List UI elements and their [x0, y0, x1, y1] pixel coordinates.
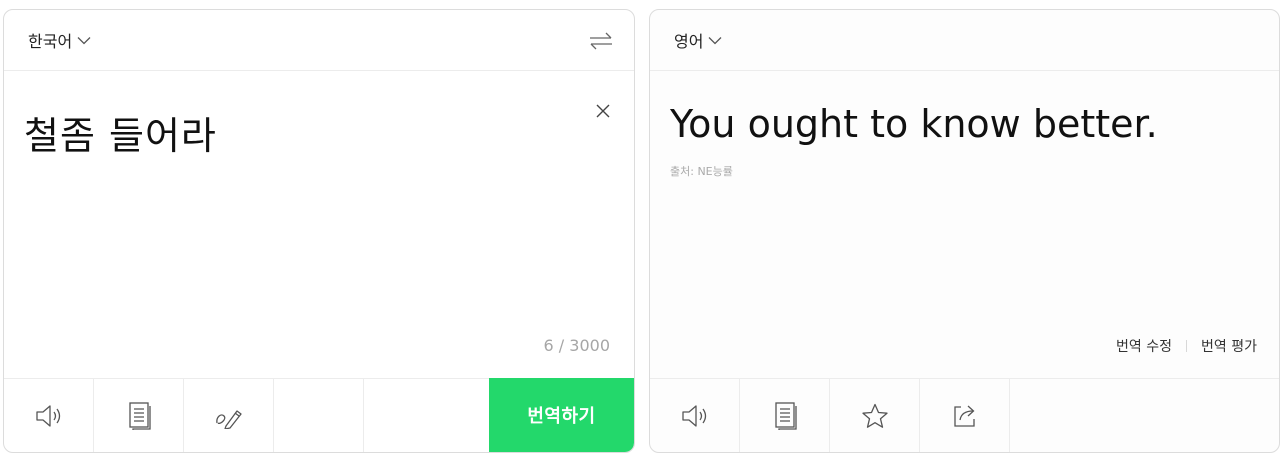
speaker-icon — [35, 403, 63, 429]
translate-button[interactable]: 번역하기 — [489, 378, 634, 452]
rate-translation-link[interactable]: 번역 평가 — [1201, 336, 1257, 356]
chevron-down-icon — [77, 36, 91, 45]
edit-links: 번역 수정 번역 평가 — [1116, 336, 1257, 356]
swap-languages-icon[interactable] — [588, 29, 614, 53]
character-count: 6 / 3000 — [543, 336, 610, 355]
clear-icon[interactable] — [592, 100, 614, 122]
share-button[interactable] — [920, 379, 1010, 452]
target-language-select[interactable]: 영어 — [674, 28, 722, 52]
source-credit: 출처: NE능률 — [670, 165, 733, 178]
document-icon — [127, 401, 151, 430]
target-language-bar: 영어 — [650, 10, 1279, 71]
target-toolbar — [650, 378, 1279, 452]
target-listen-button[interactable] — [650, 379, 740, 452]
source-text-input[interactable]: 철좀 들어라 — [24, 105, 217, 160]
target-toolbar-spacer — [1010, 379, 1100, 452]
handwriting-icon — [214, 403, 244, 429]
source-language-label: 한국어 — [28, 32, 73, 51]
source-panel: 한국어 철좀 들어라 6 / 3000 번역하기 — [3, 9, 635, 453]
translation-result: You ought to know better. — [670, 102, 1158, 146]
document-icon — [773, 401, 797, 430]
chevron-down-icon — [708, 36, 722, 45]
edit-translation-link[interactable]: 번역 수정 — [1116, 336, 1172, 356]
source-toolbar-spacer — [274, 379, 364, 452]
star-icon — [861, 403, 889, 429]
target-panel: 영어 You ought to know better. 출처: NE능률 번역… — [649, 9, 1280, 453]
divider — [1186, 340, 1188, 352]
source-listen-button[interactable] — [4, 379, 94, 452]
target-dictionary-button[interactable] — [740, 379, 830, 452]
source-language-bar: 한국어 — [4, 10, 634, 71]
source-handwriting-button[interactable] — [184, 379, 274, 452]
target-language-label: 영어 — [674, 32, 704, 51]
speaker-icon — [681, 403, 709, 429]
favorite-button[interactable] — [830, 379, 920, 452]
source-dictionary-button[interactable] — [94, 379, 184, 452]
source-language-select[interactable]: 한국어 — [28, 28, 91, 52]
share-icon — [952, 403, 978, 429]
